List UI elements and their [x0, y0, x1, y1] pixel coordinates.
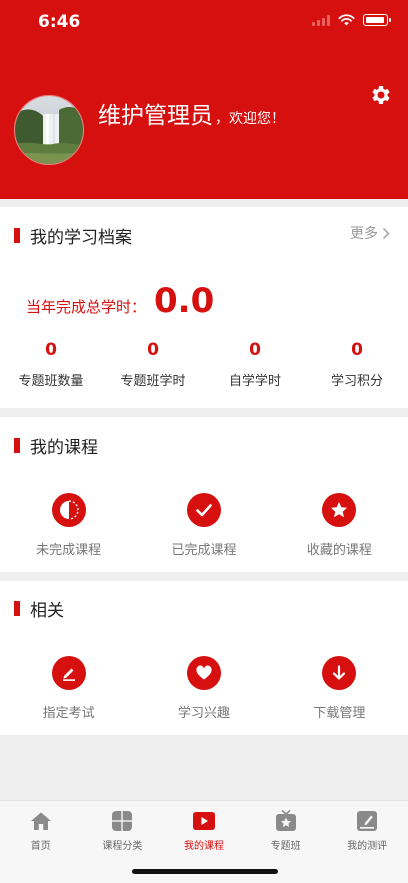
tab-home[interactable]: 首页 [0, 801, 82, 883]
download-manager-label: 下载管理 [313, 706, 366, 721]
status-time: 6:46 [38, 12, 81, 32]
learning-interest-label: 学习兴趣 [177, 706, 230, 721]
stat-label: 自学学时 [228, 374, 281, 389]
waterfall-landscape-image [15, 96, 83, 164]
related-shortcuts: 指定考试 学习兴趣 下载管理 [0, 656, 408, 721]
tv-star-icon [274, 809, 298, 833]
related-section-title: 相关 [14, 596, 64, 621]
stat-value: 0 [351, 340, 363, 360]
battery-icon [363, 14, 391, 26]
learning-archive-card: 我的学习档案 更多 当年完成总学时： 0.0 0 专题班数量 0 专题班学时 0… [0, 207, 408, 408]
total-hours-value: 0.0 [154, 281, 215, 321]
pen-icon [51, 656, 86, 690]
archive-section-title: 我的学习档案 [14, 223, 132, 248]
welcome-text: ，欢迎您！ [215, 111, 285, 127]
stat-label: 专题班数量 [18, 374, 84, 389]
related-card: 相关 指定考试 学习兴趣 下载管理 [0, 581, 408, 735]
status-icons [312, 14, 391, 26]
user-name: 维护管理员 [98, 103, 213, 129]
chevron-right-icon [382, 227, 390, 239]
tab-label: 专题班 [270, 841, 301, 852]
stat-value: 0 [45, 340, 57, 360]
unfinished-courses-button[interactable]: 未完成课程 [1, 493, 136, 558]
pie-progress-icon [51, 493, 86, 527]
gear-icon [372, 86, 390, 104]
stat-value: 0 [147, 340, 159, 360]
courses-title: 我的课程 [30, 438, 98, 458]
completed-courses-button[interactable]: 已完成课程 [136, 493, 271, 558]
download-manager-button[interactable]: 下载管理 [272, 656, 407, 721]
tab-label: 首页 [30, 841, 51, 852]
stat-item[interactable]: 0 自学学时 [204, 340, 306, 389]
annual-total-hours: 当年完成总学时： 0.0 [26, 281, 214, 321]
avatar[interactable] [14, 95, 84, 165]
cellular-signal-icon [312, 14, 330, 26]
wifi-icon [338, 14, 355, 26]
heart-icon [186, 656, 221, 690]
archive-title: 我的学习档案 [30, 228, 132, 248]
related-title: 相关 [30, 601, 64, 621]
stat-value: 0 [249, 340, 261, 360]
stat-label: 学习积分 [330, 374, 383, 389]
favorite-courses-button[interactable]: 收藏的课程 [272, 493, 407, 558]
tab-label: 我的课程 [183, 841, 224, 852]
courses-section-title: 我的课程 [14, 433, 98, 458]
more-link[interactable]: 更多 [350, 223, 390, 243]
assigned-exam-button[interactable]: 指定考试 [1, 656, 136, 721]
home-indicator[interactable] [132, 869, 278, 874]
my-courses-card: 我的课程 未完成课程 已完成课程 收藏的课程 [0, 417, 408, 572]
tab-label: 我的测评 [347, 841, 388, 852]
tab-my-assessments[interactable]: 我的测评 [326, 801, 408, 883]
assigned-exam-label: 指定考试 [42, 706, 95, 721]
note-icon [355, 809, 379, 833]
more-label: 更多 [350, 226, 378, 242]
star-icon [322, 493, 357, 527]
play-icon [192, 809, 216, 833]
section-marker [14, 438, 20, 453]
section-marker [14, 228, 20, 243]
total-hours-label: 当年完成总学时： [26, 298, 147, 316]
favorite-courses-label: 收藏的课程 [306, 543, 372, 558]
stat-item[interactable]: 0 专题班学时 [102, 340, 204, 389]
stat-item[interactable]: 0 学习积分 [306, 340, 408, 389]
tab-label: 课程分类 [102, 841, 143, 852]
completed-courses-label: 已完成课程 [171, 543, 237, 558]
grid-icon [110, 809, 134, 833]
stat-item[interactable]: 0 专题班数量 [0, 340, 102, 389]
greeting: 维护管理员 ，欢迎您！ [98, 96, 285, 130]
check-icon [186, 493, 221, 527]
stats-row: 0 专题班数量 0 专题班学时 0 自学学时 0 学习积分 [0, 340, 408, 389]
settings-button[interactable] [368, 82, 394, 108]
courses-shortcuts: 未完成课程 已完成课程 收藏的课程 [0, 493, 408, 558]
download-icon [322, 656, 357, 690]
profile-header: 6:46 维护管理员 ，欢迎您！ [0, 0, 408, 199]
section-marker [14, 601, 20, 616]
home-icon [29, 809, 53, 833]
learning-interest-button[interactable]: 学习兴趣 [136, 656, 271, 721]
stat-label: 专题班学时 [120, 374, 186, 389]
unfinished-courses-label: 未完成课程 [36, 543, 102, 558]
